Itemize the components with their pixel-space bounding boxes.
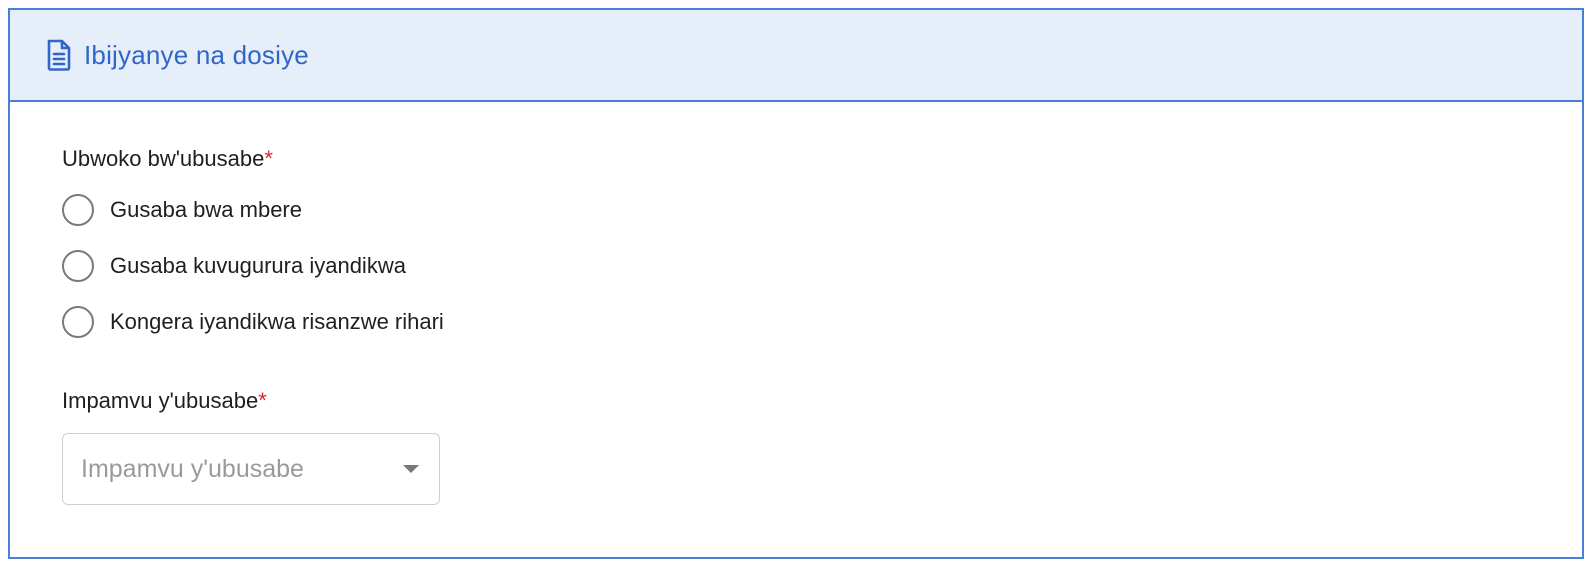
radio-button[interactable] [62,250,94,282]
request-reason-select[interactable]: Impamvu y'ubusabe [62,433,440,505]
radio-option-first-request[interactable]: Gusaba bwa mbere [62,194,302,226]
document-icon [46,39,72,71]
request-reason-label-text: Impamvu y'ubusabe [62,388,259,413]
radio-button[interactable] [62,306,94,338]
radio-option-renewal-request[interactable]: Gusaba kuvugurura iyandikwa [62,250,406,282]
section-title: Ibijyanye na dosiye [84,39,309,70]
card-header: Ibijyanye na dosiye [10,10,1582,102]
chevron-down-icon[interactable] [403,465,419,473]
radio-option-label: Gusaba kuvugurura iyandikwa [110,253,406,278]
required-marker: * [264,146,273,171]
request-reason-label: Impamvu y'ubusabe* [62,388,267,414]
request-reason-placeholder: Impamvu y'ubusabe [81,454,304,483]
radio-button[interactable] [62,194,94,226]
radio-option-label: Kongera iyandikwa risanzwe rihari [110,309,444,334]
document-info-card: Ibijyanye na dosiye Ubwoko bw'ubusabe* G… [8,8,1584,559]
request-type-label-text: Ubwoko bw'ubusabe [62,146,265,171]
required-marker: * [258,388,267,413]
radio-option-label: Gusaba bwa mbere [110,197,302,222]
radio-option-extend-registration[interactable]: Kongera iyandikwa risanzwe rihari [62,306,444,338]
request-type-label: Ubwoko bw'ubusabe* [62,146,273,172]
